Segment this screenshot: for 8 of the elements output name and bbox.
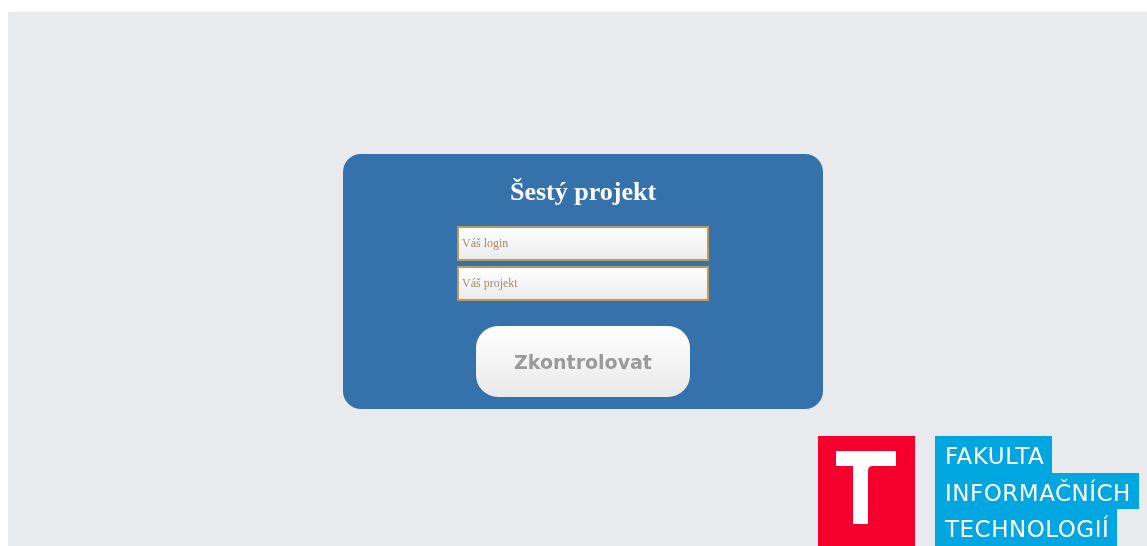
logo-icon — [818, 435, 915, 546]
logo-text: FAKULTA — [935, 435, 1053, 473]
logo-text: TECHNOLOGIÍ — [935, 509, 1118, 546]
logo-text: INFORMAČNÍCH — [935, 472, 1139, 510]
form-title: Šestý projekt — [509, 176, 657, 208]
text-field[interactable]: Váš projekt — [457, 266, 709, 301]
text-field[interactable]: Váš login — [457, 226, 709, 261]
check-button[interactable]: Zkontrolovat — [476, 326, 690, 397]
